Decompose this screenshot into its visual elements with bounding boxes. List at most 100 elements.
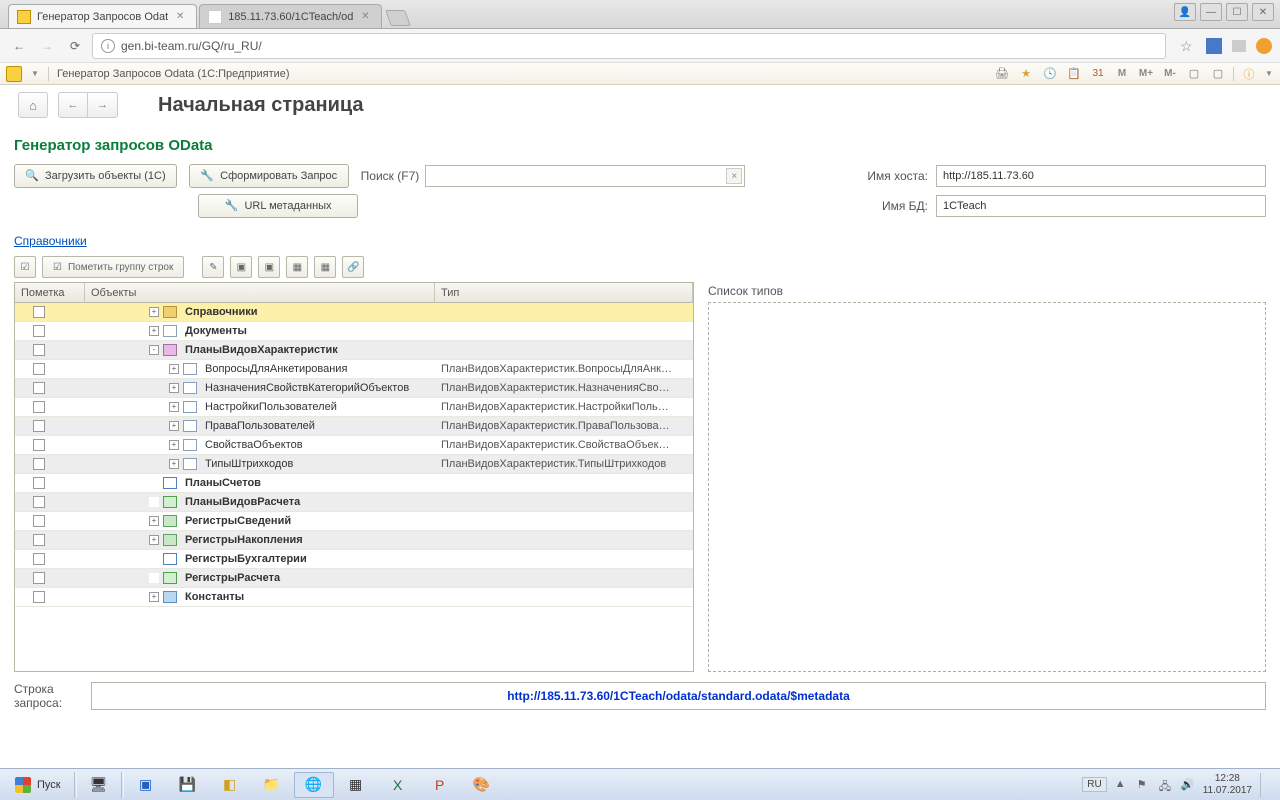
toolbar-action-button[interactable]: ▣ [230, 256, 252, 278]
checkbox[interactable] [33, 496, 45, 508]
browser-tab-1[interactable]: 185.11.73.60/1CTeach/od ✕ [199, 4, 382, 28]
result-link[interactable]: http://185.11.73.60/1CTeach/odata/standa… [507, 689, 850, 703]
calculator-icon[interactable]: 📋 [1065, 65, 1083, 83]
toolbar-action-button[interactable]: ▣ [258, 256, 280, 278]
catalogs-link[interactable]: Справочники [14, 234, 87, 248]
clear-search-icon[interactable]: × [726, 168, 742, 184]
toolbar-action-button[interactable]: ✎ [202, 256, 224, 278]
task-folder-icon[interactable]: 📁 [252, 772, 292, 798]
checkbox[interactable] [33, 439, 45, 451]
table-row[interactable]: +НастройкиПользователейПланВидовХарактер… [15, 398, 693, 417]
home-button[interactable]: ⌂ [18, 92, 48, 118]
tool-icon[interactable]: ▢ [1185, 65, 1203, 83]
table-row[interactable]: +Документы [15, 322, 693, 341]
show-desktop-button[interactable] [1260, 773, 1270, 797]
bookmark-star-icon[interactable]: ☆ [1180, 38, 1196, 54]
table-row[interactable]: РегистрыРасчета [15, 569, 693, 588]
checkbox[interactable] [33, 325, 45, 337]
expand-icon[interactable]: + [149, 592, 159, 602]
task-excel-icon[interactable]: X [378, 772, 418, 798]
checkbox[interactable] [33, 591, 45, 603]
host-input[interactable]: http://185.11.73.60 [936, 165, 1266, 187]
expand-icon[interactable]: + [169, 459, 179, 469]
col-mark-header[interactable]: Пометка [15, 283, 85, 302]
tray-arrow-icon[interactable]: ▲ [1115, 778, 1129, 792]
task-paint-icon[interactable]: 🎨 [462, 772, 502, 798]
close-tab-icon[interactable]: ✕ [174, 11, 186, 23]
load-objects-button[interactable]: 🔍 Загрузить объекты (1С) [14, 164, 177, 188]
col-obj-header[interactable]: Объекты [85, 283, 435, 302]
profile-icon[interactable] [1256, 38, 1272, 54]
tray-flag-icon[interactable]: ⚑ [1137, 778, 1151, 792]
toolbar-action-button[interactable]: 🔗 [342, 256, 364, 278]
tray-volume-icon[interactable]: 🔊 [1181, 778, 1195, 792]
table-row[interactable]: +Справочники [15, 303, 693, 322]
extension-icon[interactable] [1232, 40, 1246, 52]
task-grid-icon[interactable]: ▦ [336, 772, 376, 798]
checkbox[interactable] [33, 306, 45, 318]
checkbox[interactable] [33, 458, 45, 470]
about-icon[interactable]: ⓘ [1240, 65, 1258, 83]
maximize-icon[interactable]: ☐ [1226, 3, 1248, 21]
nav-forward-button[interactable]: → [88, 92, 118, 118]
table-row[interactable]: +РегистрыСведений [15, 512, 693, 531]
expand-icon[interactable]: + [149, 535, 159, 545]
expand-icon[interactable]: + [169, 440, 179, 450]
checkbox[interactable] [33, 572, 45, 584]
grid-body[interactable]: +Справочники+Документы-ПланыВидовХаракте… [15, 303, 693, 671]
app-menu-dropdown[interactable]: ▼ [30, 69, 40, 79]
help-dropdown[interactable]: ▼ [1264, 69, 1274, 79]
nav-back-button[interactable]: ← [58, 92, 88, 118]
checkbox[interactable] [33, 344, 45, 356]
back-button[interactable]: ← [8, 35, 30, 57]
table-row[interactable]: ПланыСчетов [15, 474, 693, 493]
browser-tab-0[interactable]: Генератор Запросов Odat ✕ [8, 4, 197, 28]
table-row[interactable]: +НазначенияСвойствКатегорийОбъектовПланВ… [15, 379, 693, 398]
col-type-header[interactable]: Тип [435, 283, 693, 302]
checkbox[interactable] [33, 382, 45, 394]
checkbox[interactable] [33, 363, 45, 375]
expand-icon[interactable]: + [169, 383, 179, 393]
table-row[interactable]: РегистрыБухгалтерии [15, 550, 693, 569]
tray-network-icon[interactable]: 🖧 [1159, 778, 1173, 792]
expand-icon[interactable]: + [169, 402, 179, 412]
form-query-button[interactable]: 🔧 Сформировать Запрос [189, 164, 349, 188]
extension-icon[interactable] [1206, 38, 1222, 54]
expand-icon[interactable]: + [149, 516, 159, 526]
table-row[interactable]: -ПланыВидовХарактеристик [15, 341, 693, 360]
table-row[interactable]: +ПраваПользователейПланВидовХарактеристи… [15, 417, 693, 436]
language-indicator[interactable]: RU [1082, 777, 1106, 792]
favorite-icon[interactable]: ★ [1017, 65, 1035, 83]
expand-icon[interactable]: - [149, 345, 159, 355]
task-powerpoint-icon[interactable]: P [420, 772, 460, 798]
new-tab-button[interactable] [385, 10, 411, 26]
task-chrome-icon[interactable]: 🌐 [294, 772, 334, 798]
expand-icon[interactable]: + [169, 364, 179, 374]
toolbar-action-button[interactable]: ▦ [286, 256, 308, 278]
m-minus-button[interactable]: M- [1161, 65, 1179, 83]
expand-icon[interactable]: + [149, 307, 159, 317]
check-all-button[interactable]: ☑ [14, 256, 36, 278]
checkbox[interactable] [33, 515, 45, 527]
table-row[interactable]: +РегистрыНакопления [15, 531, 693, 550]
clock[interactable]: 12:28 11.07.2017 [1203, 773, 1252, 797]
table-row[interactable]: +ТипыШтрихкодовПланВидовХарактеристик.Ти… [15, 455, 693, 474]
start-button[interactable]: Пуск [4, 772, 72, 798]
types-list[interactable] [708, 302, 1266, 672]
table-row[interactable]: +Константы [15, 588, 693, 607]
expand-icon[interactable]: + [169, 421, 179, 431]
tool-icon[interactable]: ▢ [1209, 65, 1227, 83]
task-explorer-icon[interactable]: 🖥 [79, 772, 119, 798]
history-icon[interactable]: 🕓 [1041, 65, 1059, 83]
user-icon[interactable]: 👤 [1174, 3, 1196, 21]
checkbox[interactable] [33, 553, 45, 565]
m-button[interactable]: M [1113, 65, 1131, 83]
table-row[interactable]: +СвойстваОбъектовПланВидовХарактеристик.… [15, 436, 693, 455]
db-input[interactable]: 1CTeach [936, 195, 1266, 217]
minimize-icon[interactable]: — [1200, 3, 1222, 21]
table-row[interactable]: ПланыВидовРасчета [15, 493, 693, 512]
task-save-icon[interactable]: 💾 [168, 772, 208, 798]
calendar-icon[interactable]: 31 [1089, 65, 1107, 83]
reload-button[interactable]: ⟳ [64, 35, 86, 57]
table-row[interactable]: +ВопросыДляАнкетированияПланВидовХаракте… [15, 360, 693, 379]
